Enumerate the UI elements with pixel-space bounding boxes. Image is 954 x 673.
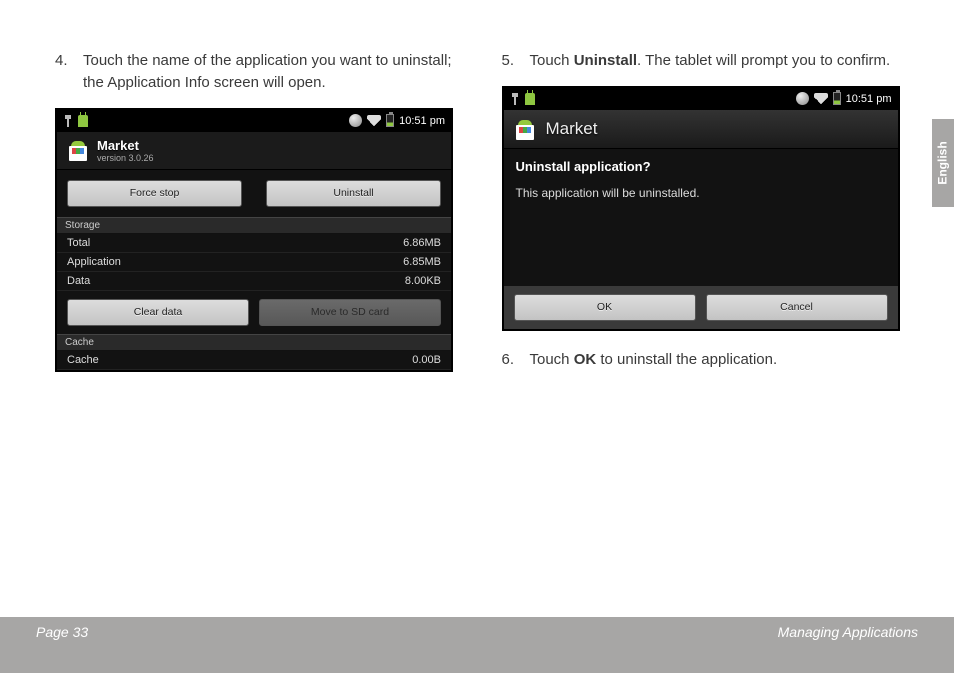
status-bar: 10:51 pm [57,110,451,132]
step-number: 5. [502,50,530,72]
storage-application-row: Application 6.85MB [57,253,451,272]
row-label: Cache [67,354,99,366]
android-icon [78,115,88,127]
app-name: Market [97,138,154,153]
app-version: version 3.0.26 [97,153,154,163]
status-right: 10:51 pm [796,92,892,105]
market-bag-icon [67,139,89,161]
wifi-icon [367,115,381,126]
android-icon [525,93,535,105]
language-tab[interactable]: English [932,119,954,207]
row-value: 6.85MB [403,256,441,268]
ok-button[interactable]: OK [514,294,696,321]
cancel-button[interactable]: Cancel [706,294,888,321]
step-text-a: Touch [530,52,574,69]
storage-total-row: Total 6.86MB [57,234,451,253]
clear-data-button[interactable]: Clear data [67,299,249,326]
row-label: Total [67,237,90,249]
document-page: 4. Touch the name of the application you… [0,0,954,673]
step-5: 5. Touch Uninstall. The tablet will prom… [502,50,921,72]
step-text-a: Touch [530,351,574,368]
step-text: Touch the name of the application you wa… [83,50,474,94]
battery-icon [386,114,394,127]
footer-extension [0,647,954,673]
dialog-header: Market [504,110,898,149]
usb-icon [63,115,72,127]
storage-buttons-row: Clear data Move to SD card [57,291,451,334]
step-number: 6. [502,349,530,371]
status-bar: 10:51 pm [504,88,898,110]
step-text-b: . The tablet will prompt you to confirm. [637,52,890,69]
right-column: 5. Touch Uninstall. The tablet will prom… [502,50,921,385]
left-column: 4. Touch the name of the application you… [55,50,474,385]
battery-icon [833,92,841,105]
step-text: Touch Uninstall. The tablet will prompt … [530,50,921,72]
status-time: 10:51 pm [399,115,445,127]
row-value: 6.86MB [403,237,441,249]
page-number: Page 33 [36,624,88,640]
cache-row: Cache 0.00B [57,351,451,370]
app-name-block: Market version 3.0.26 [97,138,154,163]
status-left [63,115,88,127]
step-6: 6. Touch OK to uninstall the application… [502,349,921,371]
wifi-icon [814,93,828,104]
step-text-b: to uninstall the application. [596,351,777,368]
dialog-question: Uninstall application? [504,149,898,180]
globe-icon [796,92,809,105]
section-title: Managing Applications [778,624,918,640]
page-footer: Page 33 Managing Applications [0,617,954,647]
step-text-bold: OK [574,351,597,368]
status-time: 10:51 pm [846,93,892,105]
usb-icon [510,93,519,105]
row-value: 8.00KB [405,275,441,287]
step-4: 4. Touch the name of the application you… [55,50,474,94]
app-info-header: Market version 3.0.26 [57,132,451,170]
spacer [502,331,921,349]
language-label: English [936,141,950,184]
status-left [510,93,535,105]
force-stop-button[interactable]: Force stop [67,180,242,207]
market-bag-icon [514,118,536,140]
dialog-body: This application will be uninstalled. [504,180,898,286]
dialog-actions: OK Cancel [504,286,898,329]
cache-section-header: Cache [57,334,451,351]
uninstall-button[interactable]: Uninstall [266,180,441,207]
step-text-bold: Uninstall [574,52,637,69]
step-number: 4. [55,50,83,94]
screenshot-app-info: 10:51 pm Market version 3.0.26 Force sto… [55,108,453,372]
content-columns: 4. Touch the name of the application you… [0,0,954,385]
storage-section-header: Storage [57,217,451,234]
row-label: Data [67,275,90,287]
action-button-row: Force stop Uninstall [57,170,451,217]
move-to-sd-button[interactable]: Move to SD card [259,299,441,326]
status-right: 10:51 pm [349,114,445,127]
row-label: Application [67,256,121,268]
step-text: Touch OK to uninstall the application. [530,349,921,371]
storage-data-row: Data 8.00KB [57,272,451,291]
screenshot-uninstall-dialog: 10:51 pm Market Uninstall application? T… [502,86,900,331]
globe-icon [349,114,362,127]
dialog-title: Market [546,119,598,139]
row-value: 0.00B [412,354,441,366]
